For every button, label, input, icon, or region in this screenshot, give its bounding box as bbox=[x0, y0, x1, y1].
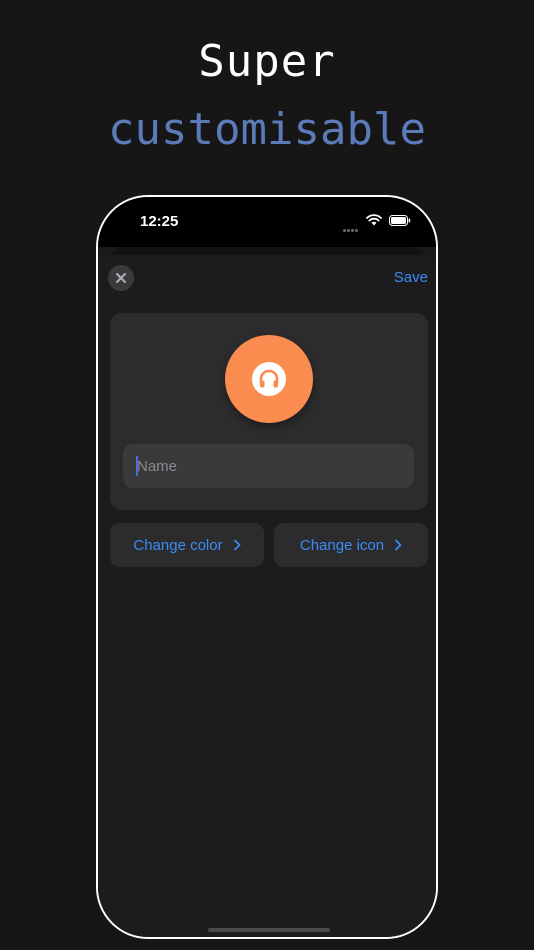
screenshot-canvas: Super customisable 12:25 Save Name Chang… bbox=[0, 0, 534, 950]
edit-sheet: Save Change color bbox=[98, 255, 436, 937]
change-color-button[interactable]: Change color bbox=[110, 523, 264, 567]
selected-icon-preview[interactable] bbox=[225, 335, 313, 423]
status-bar: 12:25 bbox=[98, 197, 436, 247]
phone-frame: 12:25 Save Name Change color Change icon bbox=[96, 195, 438, 939]
chevron-right-icon bbox=[394, 539, 402, 551]
name-field[interactable] bbox=[123, 444, 414, 488]
icon-name-card bbox=[110, 313, 428, 510]
wifi-icon bbox=[366, 214, 382, 226]
close-icon bbox=[116, 273, 126, 283]
battery-icon bbox=[389, 215, 411, 226]
text-cursor bbox=[136, 456, 138, 476]
close-button[interactable] bbox=[108, 265, 134, 291]
chevron-right-icon bbox=[233, 539, 241, 551]
change-icon-button[interactable]: Change icon bbox=[274, 523, 428, 567]
change-color-label: Change color bbox=[133, 536, 223, 554]
headline-super: Super bbox=[198, 36, 336, 87]
change-icon-label: Change icon bbox=[299, 536, 385, 554]
headline-customisable: customisable bbox=[108, 104, 426, 155]
status-time: 12:25 bbox=[140, 213, 179, 230]
save-button[interactable]: Save bbox=[394, 269, 428, 286]
headphones-icon bbox=[252, 362, 286, 396]
cellular-signal-icon bbox=[343, 219, 363, 232]
home-indicator[interactable] bbox=[208, 928, 330, 932]
